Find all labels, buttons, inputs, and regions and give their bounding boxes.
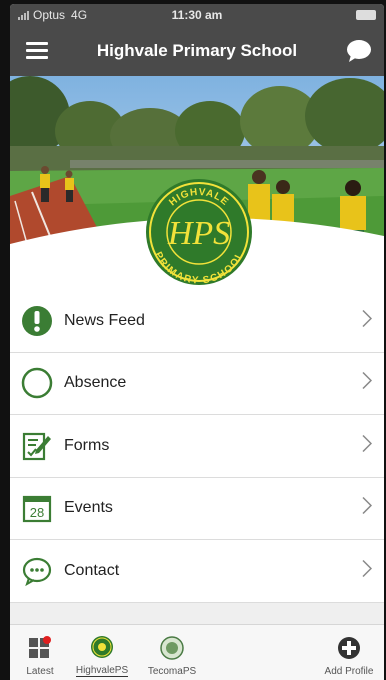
chevron-right-icon (362, 309, 373, 332)
add-circle-icon (336, 635, 362, 661)
tab-tecomaps[interactable]: TecomaPS (134, 625, 210, 680)
tab-label: TecomaPS (147, 666, 197, 677)
battery-icon (356, 10, 376, 20)
school-badge-icon (159, 635, 185, 661)
school-badge-icon (89, 634, 115, 660)
top-nav-bar: Highvale Primary School (10, 26, 384, 76)
bottom-tab-bar: Latest HighvalePS TecomaPS Add Profile (10, 624, 384, 680)
chat-icon[interactable] (346, 39, 372, 68)
chat-bubble-icon (20, 554, 54, 588)
school-field-photo (10, 76, 384, 290)
tab-highvaleps[interactable]: HighvalePS (70, 625, 134, 680)
menu-item-label: Forms (64, 436, 110, 454)
menu-item-label: Contact (64, 561, 120, 579)
chevron-right-icon (362, 372, 373, 395)
status-time: 11:30 am (171, 8, 223, 22)
exclamation-icon (20, 304, 54, 338)
tab-label: Latest (26, 666, 54, 677)
menu-item-news-feed[interactable]: News Feed (10, 290, 384, 353)
menu-item-forms[interactable]: Forms (10, 415, 384, 478)
hero-banner: HIGHVALE PRIMARY SCHOOL HPS (10, 76, 384, 290)
menu-item-label: Events (64, 499, 113, 517)
menu-item-label: Absence (64, 374, 127, 392)
chevron-right-icon (362, 497, 373, 520)
page-title: Highvale Primary School (96, 41, 298, 60)
menu-item-absence[interactable]: Absence (10, 353, 384, 415)
tab-label: Add Profile (324, 666, 374, 677)
form-edit-icon (20, 429, 54, 463)
menu-item-events[interactable]: 28 Events (10, 478, 384, 540)
calendar-icon: 28 (20, 491, 54, 525)
chevron-right-icon (362, 559, 373, 582)
phone-screen: Optus 4G 11:30 am Highvale Primary Schoo… (10, 4, 384, 680)
hamburger-menu-icon[interactable] (26, 42, 48, 59)
tab-latest[interactable]: Latest (10, 625, 70, 680)
menu-item-label: News Feed (64, 311, 145, 329)
grid-notification-icon (27, 635, 53, 661)
chevron-right-icon (362, 434, 373, 457)
menu-list: News Feed Absence Forms 28 Events Contac… (10, 290, 384, 603)
calendar-day: 28 (30, 505, 44, 520)
tab-label: HighvalePS (75, 665, 129, 677)
menu-item-contact[interactable]: Contact (10, 540, 384, 603)
tab-add-profile[interactable]: Add Profile (314, 625, 384, 680)
status-bar: Optus 4G 11:30 am (10, 4, 384, 26)
school-logo (146, 179, 252, 285)
circle-icon (20, 366, 54, 400)
